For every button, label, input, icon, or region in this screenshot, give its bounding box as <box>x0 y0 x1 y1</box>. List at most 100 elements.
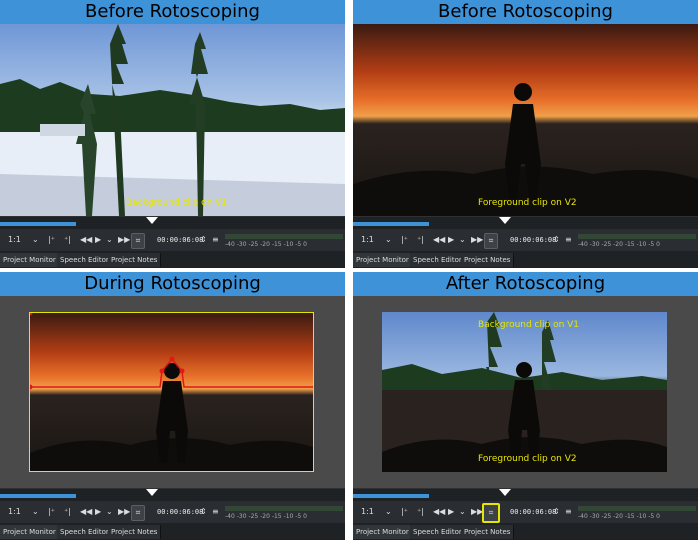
monitor-toolbar: 1:1 ⌄ |⁺ ⁺| ◀◀ ▶ ⌄ ▶▶ ⌗ 00:00:06:08 ⇕ ≡ … <box>353 501 698 523</box>
timeline-ruler[interactable] <box>0 488 345 502</box>
tab-speech-editor[interactable]: Speech Editor <box>410 253 466 267</box>
edit-mode-icon[interactable]: ⌗ <box>482 503 500 523</box>
forward-icon[interactable]: ▶▶ <box>118 505 130 519</box>
monitor-panel-1: Before Rotoscoping Background clip on V1… <box>0 0 345 268</box>
tab-project-notes[interactable]: Project Notes <box>461 525 515 539</box>
silhouette-graphic <box>30 313 313 471</box>
monitor-viewer[interactable] <box>0 296 345 488</box>
set-out-point-icon[interactable]: ⁺| <box>64 233 71 247</box>
timecode-display[interactable]: 00:00:06:08 <box>157 505 203 519</box>
menu-icon[interactable]: ≡ <box>565 233 572 247</box>
monitor-panel-4: After Rotoscoping Background clip on V1 … <box>353 272 698 540</box>
audio-meter: -40 -30 -25 -20 -15 -10 -5 0 <box>225 504 343 522</box>
timeline-ruler[interactable] <box>353 216 698 230</box>
chevron-down-icon[interactable]: ⌄ <box>385 233 392 247</box>
tab-speech-editor[interactable]: Speech Editor <box>57 253 113 267</box>
play-options-icon[interactable]: ⌄ <box>459 505 466 519</box>
menu-icon[interactable]: ≡ <box>565 505 572 519</box>
edit-mode-icon[interactable]: ⌗ <box>484 233 498 249</box>
tab-speech-editor[interactable]: Speech Editor <box>410 525 466 539</box>
play-icon[interactable]: ▶ <box>448 505 454 519</box>
tab-project-notes[interactable]: Project Notes <box>108 525 162 539</box>
timecode-display[interactable]: 00:00:06:08 <box>510 505 556 519</box>
edit-mode-icon[interactable]: ⌗ <box>131 233 145 249</box>
monitor-viewer[interactable]: Background clip on V1 <box>0 24 345 216</box>
rewind-icon[interactable]: ◀◀ <box>433 505 445 519</box>
tab-speech-editor[interactable]: Speech Editor <box>57 525 113 539</box>
tab-project-monitor[interactable]: Project Monitor <box>353 525 413 539</box>
clip-label-bottom: Foreground clip on V2 <box>478 454 577 464</box>
clip-label: Background clip on V1 <box>126 198 228 208</box>
tab-project-notes[interactable]: Project Notes <box>461 253 515 267</box>
winter-scene-image <box>0 24 345 216</box>
silhouette-graphic <box>353 83 698 216</box>
composite-scene-image <box>382 312 667 472</box>
edit-mode-icon[interactable]: ⌗ <box>131 505 145 521</box>
clip-label: Foreground clip on V2 <box>478 198 577 208</box>
chevron-down-icon[interactable]: ⌄ <box>32 505 39 519</box>
timecode-spin-icon[interactable]: ⇕ <box>200 505 207 519</box>
zone-bar <box>0 494 76 498</box>
playhead-marker[interactable] <box>146 217 158 224</box>
zoom-select[interactable]: 1:1 <box>8 233 21 247</box>
forward-icon[interactable]: ▶▶ <box>471 233 483 247</box>
set-in-point-icon[interactable]: |⁺ <box>48 505 55 519</box>
meter-scale: -40 -30 -25 -20 -15 -10 -5 0 <box>578 513 660 520</box>
rewind-icon[interactable]: ◀◀ <box>80 505 92 519</box>
play-options-icon[interactable]: ⌄ <box>106 233 113 247</box>
monitor-viewer[interactable]: Foreground clip on V2 <box>353 24 698 216</box>
playhead-marker[interactable] <box>499 489 511 496</box>
play-icon[interactable]: ▶ <box>448 233 454 247</box>
panel-title: Before Rotoscoping <box>0 0 345 24</box>
menu-icon[interactable]: ≡ <box>212 233 219 247</box>
timeline-ruler[interactable] <box>353 488 698 502</box>
zoom-select[interactable]: 1:1 <box>361 233 374 247</box>
play-icon[interactable]: ▶ <box>95 505 101 519</box>
play-icon[interactable]: ▶ <box>95 233 101 247</box>
playhead-marker[interactable] <box>499 217 511 224</box>
winter-scene-graphic <box>0 24 345 216</box>
chevron-down-icon[interactable]: ⌄ <box>32 233 39 247</box>
monitor-toolbar: 1:1 ⌄ |⁺ ⁺| ◀◀ ▶ ⌄ ▶▶ ⌗ 00:00:06:08 ⇕ ≡ … <box>0 501 345 523</box>
timecode-spin-icon[interactable]: ⇕ <box>553 505 560 519</box>
zoom-select[interactable]: 1:1 <box>8 505 21 519</box>
monitor-toolbar: 1:1 ⌄ |⁺ ⁺| ◀◀ ▶ ⌄ ▶▶ ⌗ 00:00:06:08 ⇕ ≡ … <box>353 229 698 251</box>
audio-meter: -40 -30 -25 -20 -15 -10 -5 0 <box>578 504 696 522</box>
panel-title: During Rotoscoping <box>0 272 345 296</box>
zone-bar <box>353 494 429 498</box>
set-out-point-icon[interactable]: ⁺| <box>64 505 71 519</box>
set-in-point-icon[interactable]: |⁺ <box>48 233 55 247</box>
timeline-ruler[interactable] <box>0 216 345 230</box>
monitor-panel-3: During Rotoscoping 1:1 ⌄ |⁺ ⁺| ◀◀ ▶ ⌄ ▶▶… <box>0 272 345 540</box>
play-options-icon[interactable]: ⌄ <box>459 233 466 247</box>
meter-scale: -40 -30 -25 -20 -15 -10 -5 0 <box>225 513 307 520</box>
timecode-display[interactable]: 00:00:06:08 <box>157 233 203 247</box>
set-in-point-icon[interactable]: |⁺ <box>401 505 408 519</box>
chevron-down-icon[interactable]: ⌄ <box>385 505 392 519</box>
tab-project-notes[interactable]: Project Notes <box>108 253 162 267</box>
zone-bar <box>353 222 429 226</box>
tab-bar: Project Monitor Speech Editor Project No… <box>0 251 345 268</box>
tab-bar: Project Monitor Speech Editor Project No… <box>353 251 698 268</box>
set-out-point-icon[interactable]: ⁺| <box>417 505 424 519</box>
panel-title: Before Rotoscoping <box>353 0 698 24</box>
clip-label-top: Background clip on V1 <box>478 320 580 330</box>
tab-project-monitor[interactable]: Project Monitor <box>0 253 60 267</box>
play-options-icon[interactable]: ⌄ <box>106 505 113 519</box>
monitor-toolbar: 1:1 ⌄ |⁺ ⁺| ◀◀ ▶ ⌄ ▶▶ ⌗ 00:00:06:08 ⇕ ≡ … <box>0 229 345 251</box>
tab-project-monitor[interactable]: Project Monitor <box>353 253 413 267</box>
set-in-point-icon[interactable]: |⁺ <box>401 233 408 247</box>
tab-project-monitor[interactable]: Project Monitor <box>0 525 60 539</box>
zoom-select[interactable]: 1:1 <box>361 505 374 519</box>
menu-icon[interactable]: ≡ <box>212 505 219 519</box>
rewind-icon[interactable]: ◀◀ <box>80 233 92 247</box>
monitor-viewer[interactable]: Background clip on V1 Foreground clip on… <box>353 296 698 488</box>
playhead-marker[interactable] <box>146 489 158 496</box>
rewind-icon[interactable]: ◀◀ <box>433 233 445 247</box>
forward-icon[interactable]: ▶▶ <box>118 233 130 247</box>
timecode-display[interactable]: 00:00:06:08 <box>510 233 556 247</box>
timecode-spin-icon[interactable]: ⇕ <box>200 233 207 247</box>
set-out-point-icon[interactable]: ⁺| <box>417 233 424 247</box>
timecode-spin-icon[interactable]: ⇕ <box>553 233 560 247</box>
sunset-scene-image <box>29 312 314 472</box>
